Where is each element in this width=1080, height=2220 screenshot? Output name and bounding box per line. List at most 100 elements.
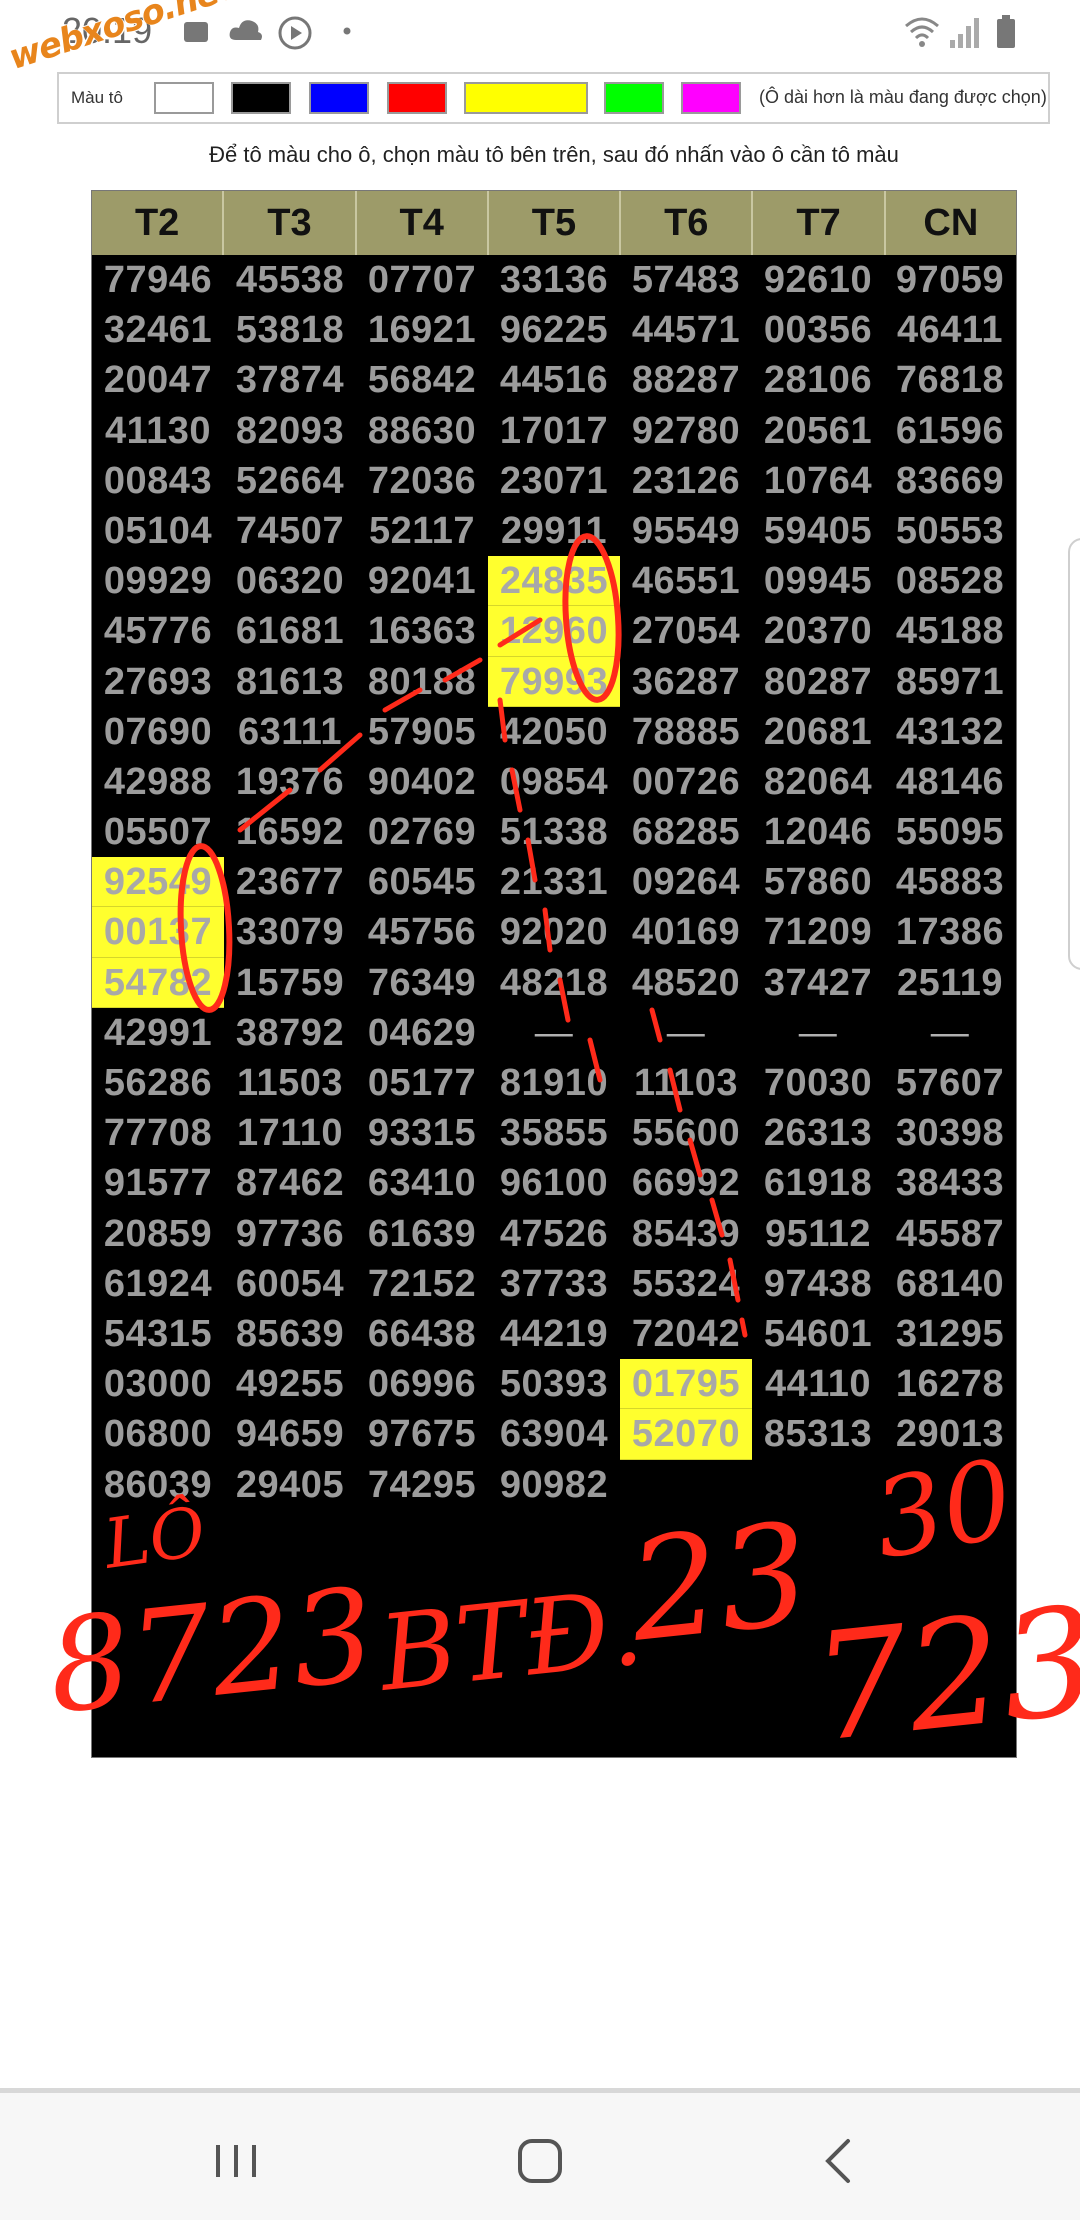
- grid-cell[interactable]: —: [488, 1008, 620, 1058]
- recent-apps-icon[interactable]: [204, 2129, 268, 2193]
- grid-cell[interactable]: 45188: [884, 606, 1016, 656]
- grid-cell[interactable]: 28106: [752, 355, 884, 405]
- grid-cell[interactable]: 09854: [488, 757, 620, 807]
- grid-cell[interactable]: 80188: [356, 657, 488, 707]
- grid-cell[interactable]: 97675: [356, 1409, 488, 1459]
- grid-cell[interactable]: 07690: [92, 707, 224, 757]
- swatch-green[interactable]: [604, 82, 664, 114]
- grid-cell[interactable]: 70030: [752, 1058, 884, 1108]
- grid-cell[interactable]: 86039: [92, 1460, 224, 1510]
- swatch-white[interactable]: [154, 82, 214, 114]
- grid-cell[interactable]: 11503: [224, 1058, 356, 1108]
- grid-cell[interactable]: 51338: [488, 807, 620, 857]
- grid-cell[interactable]: 17386: [884, 907, 1016, 957]
- grid-cell[interactable]: 97736: [224, 1209, 356, 1259]
- grid-cell[interactable]: 91577: [92, 1158, 224, 1208]
- grid-cell[interactable]: 29405: [224, 1460, 356, 1510]
- grid-cell[interactable]: 48520: [620, 958, 752, 1008]
- home-icon[interactable]: [508, 2129, 572, 2193]
- grid-cell[interactable]: 15759: [224, 958, 356, 1008]
- grid-cell[interactable]: 46411: [884, 305, 1016, 355]
- grid-cell[interactable]: —: [884, 1008, 1016, 1058]
- grid-cell[interactable]: 72042: [620, 1309, 752, 1359]
- grid-cell[interactable]: [752, 1460, 884, 1510]
- grid-cell[interactable]: 50393: [488, 1359, 620, 1409]
- grid-cell[interactable]: 92020: [488, 907, 620, 957]
- grid-cell[interactable]: 94659: [224, 1409, 356, 1459]
- grid-cell[interactable]: 85971: [884, 657, 1016, 707]
- grid-cell[interactable]: 85439: [620, 1209, 752, 1259]
- grid-cell[interactable]: 61596: [884, 406, 1016, 456]
- grid-cell[interactable]: 72036: [356, 456, 488, 506]
- grid-cell[interactable]: 17110: [224, 1108, 356, 1158]
- swatch-black[interactable]: [231, 82, 291, 114]
- grid-cell[interactable]: 05507: [92, 807, 224, 857]
- grid-cell[interactable]: 63111: [224, 707, 356, 757]
- grid-cell[interactable]: 06320: [224, 556, 356, 606]
- grid-cell[interactable]: 56842: [356, 355, 488, 405]
- grid-cell[interactable]: 23677: [224, 857, 356, 907]
- grid-cell[interactable]: 76349: [356, 958, 488, 1008]
- grid-cell[interactable]: 54601: [752, 1309, 884, 1359]
- grid-cell[interactable]: 88287: [620, 355, 752, 405]
- grid-cell[interactable]: 41130: [92, 406, 224, 456]
- grid-cell[interactable]: 00726: [620, 757, 752, 807]
- grid-cell[interactable]: 10764: [752, 456, 884, 506]
- grid-cell[interactable]: 40169: [620, 907, 752, 957]
- grid-cell[interactable]: 20859: [92, 1209, 224, 1259]
- grid-cell[interactable]: 33136: [488, 255, 620, 305]
- grid-cell[interactable]: 32461: [92, 305, 224, 355]
- grid-cell[interactable]: 44571: [620, 305, 752, 355]
- grid-cell[interactable]: 45883: [884, 857, 1016, 907]
- grid-cell[interactable]: 63410: [356, 1158, 488, 1208]
- grid-cell[interactable]: 37733: [488, 1259, 620, 1309]
- grid-cell[interactable]: 80287: [752, 657, 884, 707]
- grid-cell[interactable]: 02769: [356, 807, 488, 857]
- swatch-red[interactable]: [387, 82, 447, 114]
- grid-cell[interactable]: 26313: [752, 1108, 884, 1158]
- grid-cell[interactable]: 23071: [488, 456, 620, 506]
- grid-cell[interactable]: 93315: [356, 1108, 488, 1158]
- grid-cell[interactable]: 52664: [224, 456, 356, 506]
- grid-cell[interactable]: 66438: [356, 1309, 488, 1359]
- grid-cell[interactable]: 20370: [752, 606, 884, 656]
- grid-cell[interactable]: 37874: [224, 355, 356, 405]
- grid-cell[interactable]: 16278: [884, 1359, 1016, 1409]
- grid-cell[interactable]: 85313: [752, 1409, 884, 1459]
- grid-cell[interactable]: 57905: [356, 707, 488, 757]
- grid-cell[interactable]: 90982: [488, 1460, 620, 1510]
- grid-cell[interactable]: —: [752, 1008, 884, 1058]
- grid-cell[interactable]: 36287: [620, 657, 752, 707]
- grid-cell[interactable]: 44110: [752, 1359, 884, 1409]
- grid-cell[interactable]: 87462: [224, 1158, 356, 1208]
- grid-cell[interactable]: 82093: [224, 406, 356, 456]
- grid-cell[interactable]: 66992: [620, 1158, 752, 1208]
- grid-cell[interactable]: 16921: [356, 305, 488, 355]
- grid-cell[interactable]: 06800: [92, 1409, 224, 1459]
- grid-cell[interactable]: 42050: [488, 707, 620, 757]
- grid-cell[interactable]: 97059: [884, 255, 1016, 305]
- grid-cell[interactable]: 45538: [224, 255, 356, 305]
- grid-cell[interactable]: 20681: [752, 707, 884, 757]
- grid-cell[interactable]: 21331: [488, 857, 620, 907]
- grid-cell[interactable]: 16363: [356, 606, 488, 656]
- grid-cell[interactable]: 00356: [752, 305, 884, 355]
- grid-cell[interactable]: 29013: [884, 1409, 1016, 1459]
- grid-cell[interactable]: 52117: [356, 506, 488, 556]
- swatch-magenta[interactable]: [681, 82, 741, 114]
- edge-panel-handle[interactable]: [1068, 538, 1080, 970]
- grid-cell[interactable]: —: [620, 1008, 752, 1058]
- grid-cell[interactable]: 61681: [224, 606, 356, 656]
- grid-cell[interactable]: 63904: [488, 1409, 620, 1459]
- grid-cell[interactable]: 53818: [224, 305, 356, 355]
- grid-cell[interactable]: 82064: [752, 757, 884, 807]
- grid-cell[interactable]: 55324: [620, 1259, 752, 1309]
- grid-cell[interactable]: 77946: [92, 255, 224, 305]
- grid-cell[interactable]: 77708: [92, 1108, 224, 1158]
- grid-cell[interactable]: 00843: [92, 456, 224, 506]
- grid-cell[interactable]: 57483: [620, 255, 752, 305]
- grid-cell[interactable]: 57860: [752, 857, 884, 907]
- grid-cell[interactable]: 20561: [752, 406, 884, 456]
- grid-cell[interactable]: 17017: [488, 406, 620, 456]
- grid-cell[interactable]: 97438: [752, 1259, 884, 1309]
